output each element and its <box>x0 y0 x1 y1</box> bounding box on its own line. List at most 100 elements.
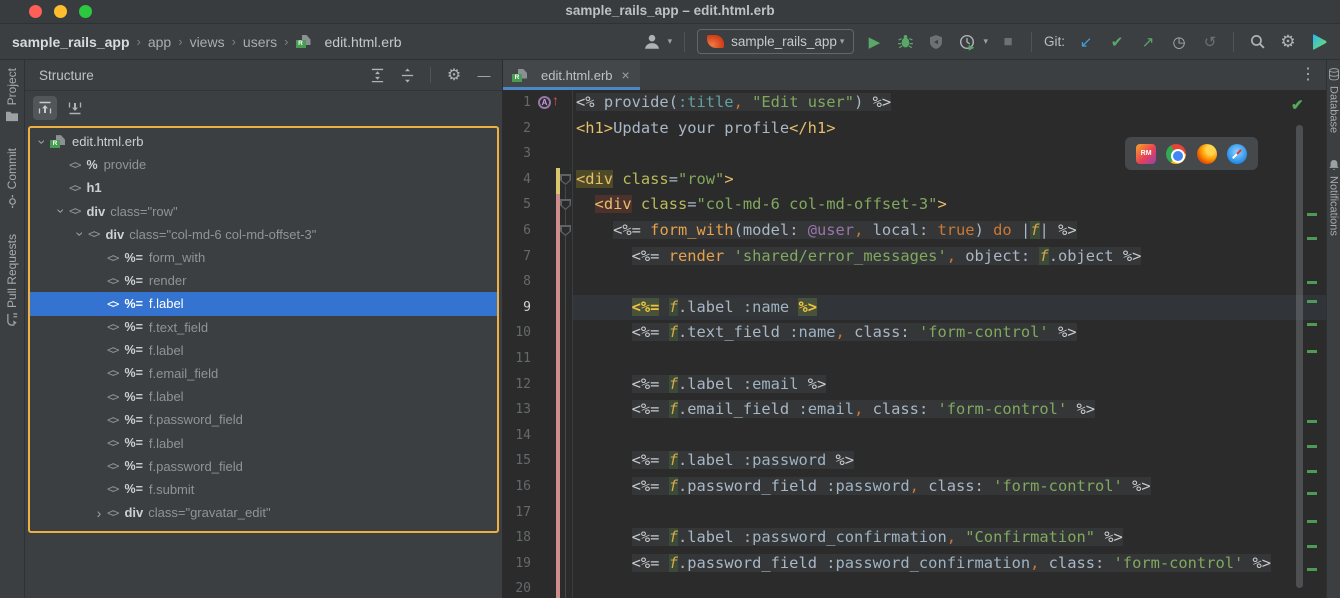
bookmark-mnemonic-icon[interactable]: A ↑ <box>538 95 564 111</box>
code-line[interactable]: <div class="row"> <box>576 167 734 193</box>
line-number[interactable]: 1 <box>503 90 531 116</box>
run-configuration-select[interactable]: sample_rails_app ▾ <box>697 29 854 54</box>
structure-tree-item[interactable]: ›Redit.html.erb <box>30 130 497 153</box>
line-number[interactable]: 17 <box>503 500 531 526</box>
sidebar-item-pull-requests[interactable]: Pull Requests <box>5 234 19 326</box>
line-number[interactable]: 4 <box>503 167 531 193</box>
structure-tree-item[interactable]: <>h1 <box>30 176 497 199</box>
stop-button[interactable]: ■ <box>997 31 1019 53</box>
breadcrumb-users[interactable]: users <box>243 34 277 50</box>
code-line[interactable]: <%= f.label :password %> <box>576 448 854 474</box>
breadcrumb-views[interactable]: views <box>190 34 225 50</box>
structure-tree-item[interactable]: <>%provide <box>30 153 497 176</box>
fold-marker-icon[interactable] <box>560 199 571 210</box>
line-number[interactable]: 9 <box>503 295 531 321</box>
git-commit-button[interactable]: ✔ <box>1106 31 1128 53</box>
structure-tree-item[interactable]: <>%=f.label <box>30 339 497 362</box>
line-number[interactable]: 8 <box>503 269 531 295</box>
git-push-button[interactable]: ↗ <box>1137 31 1159 53</box>
line-number[interactable]: 2 <box>503 116 531 142</box>
close-tab-icon[interactable]: × <box>622 67 630 83</box>
sidebar-item-project[interactable]: Project <box>5 68 19 122</box>
collapse-all-icon[interactable] <box>397 65 417 85</box>
line-number[interactable]: 19 <box>503 551 531 577</box>
rubymine-browser-icon[interactable]: RM <box>1136 144 1156 164</box>
line-number[interactable]: 3 <box>503 141 531 167</box>
fold-marker-icon[interactable] <box>560 174 571 185</box>
hide-panel-icon[interactable]: — <box>474 65 494 85</box>
sidebar-item-commit[interactable]: Commit <box>5 148 19 207</box>
structure-tree-item[interactable]: <>%=f.label <box>30 292 497 315</box>
structure-tree-item[interactable]: ›<>divclass="gravatar_edit" <box>30 501 497 524</box>
code-line[interactable]: <%= f.label :email %> <box>576 372 826 398</box>
expand-all-icon[interactable] <box>367 65 387 85</box>
code-line[interactable]: <%= f.password_field :password_confirmat… <box>576 551 1271 577</box>
code-with-me-icon[interactable] <box>1308 31 1330 53</box>
fold-marker-icon[interactable] <box>560 225 571 236</box>
run-button[interactable]: ▶ <box>863 31 885 53</box>
editor-tab[interactable]: R edit.html.erb × <box>503 60 640 90</box>
structure-tree-item[interactable]: <>%=f.password_field <box>30 455 497 478</box>
code-line[interactable]: <%= f.label :password_confirmation, "Con… <box>576 525 1123 551</box>
line-number[interactable]: 10 <box>503 320 531 346</box>
structure-tree-item[interactable]: <>%=f.text_field <box>30 316 497 339</box>
run-with-coverage-button[interactable] <box>925 31 947 53</box>
line-number[interactable]: 18 <box>503 525 531 551</box>
git-rollback-button[interactable]: ↺ <box>1199 31 1221 53</box>
code-line[interactable]: <%= f.password_field :password, class: '… <box>576 474 1151 500</box>
line-number[interactable]: 13 <box>503 397 531 423</box>
code-area[interactable]: 1234567891011121314151617181920 A ↑ <% p… <box>503 90 1326 598</box>
code-line[interactable]: <h1>Update your profile</h1> <box>576 116 835 142</box>
chevron-right-icon[interactable]: › <box>91 506 107 520</box>
structure-tree-item[interactable]: <>%=f.submit <box>30 478 497 501</box>
navigate-with-source-button[interactable] <box>33 96 57 120</box>
chrome-icon[interactable] <box>1166 144 1186 164</box>
structure-tree-item[interactable]: <>%=f.password_field <box>30 408 497 431</box>
line-number[interactable]: 15 <box>503 448 531 474</box>
breadcrumb-project[interactable]: sample_rails_app <box>12 34 130 50</box>
git-update-button[interactable]: ↙ <box>1075 31 1097 53</box>
breadcrumb-file[interactable]: edit.html.erb <box>325 34 402 50</box>
code-line[interactable]: <%= render 'shared/error_messages', obje… <box>576 244 1141 270</box>
chevron-down-icon[interactable]: › <box>72 227 88 241</box>
structure-tree-item[interactable]: <>%=form_with <box>30 246 497 269</box>
search-everywhere-icon[interactable] <box>1246 31 1268 53</box>
git-history-button[interactable]: ◷ <box>1168 31 1190 53</box>
profiler-button[interactable] <box>956 31 978 53</box>
chevron-down-icon[interactable]: › <box>34 135 50 149</box>
settings-gear-icon[interactable]: ⚙ <box>1277 31 1299 53</box>
chevron-down-icon[interactable]: ▾ <box>668 36 673 47</box>
structure-tree-item[interactable]: ›<>divclass="row" <box>30 200 497 223</box>
chevron-down-icon[interactable]: ▾ <box>983 36 988 47</box>
line-number[interactable]: 14 <box>503 423 531 449</box>
code-line[interactable]: <div class="col-md-6 col-md-offset-3"> <box>576 192 947 218</box>
code-line[interactable]: <%= f.label :name %> <box>576 295 817 321</box>
structure-tree-item[interactable]: <>%=f.label <box>30 385 497 408</box>
navigate-from-source-button[interactable] <box>63 96 87 120</box>
line-number[interactable]: 11 <box>503 346 531 372</box>
code-line[interactable]: <% provide(:title, "Edit user") %> <box>576 90 891 116</box>
structure-tree-item[interactable]: <>%=f.email_field <box>30 362 497 385</box>
line-number[interactable]: 12 <box>503 372 531 398</box>
structure-tree-item[interactable]: <>%=f.label <box>30 431 497 454</box>
line-number[interactable]: 16 <box>503 474 531 500</box>
code-line[interactable]: <%= form_with(model: @user, local: true)… <box>576 218 1077 244</box>
editor-scrollbar[interactable] <box>1296 125 1303 588</box>
code-line[interactable]: <%= f.text_field :name, class: 'form-con… <box>576 320 1077 346</box>
line-number[interactable]: 7 <box>503 244 531 270</box>
chevron-down-icon[interactable]: › <box>53 204 69 218</box>
breadcrumb-app[interactable]: app <box>148 34 171 50</box>
structure-tree-item[interactable]: <>%=render <box>30 269 497 292</box>
structure-tree-item[interactable]: ›<>divclass="col-md-6 col-md-offset-3" <box>30 223 497 246</box>
sidebar-item-database[interactable]: Database <box>1328 68 1340 133</box>
line-number[interactable]: 5 <box>503 192 531 218</box>
editor-options-kebab-icon[interactable]: ⋮ <box>1300 64 1316 84</box>
line-number[interactable]: 20 <box>503 576 531 598</box>
debug-button[interactable] <box>894 31 916 53</box>
line-number[interactable]: 6 <box>503 218 531 244</box>
code-line[interactable]: <%= f.email_field :email, class: 'form-c… <box>576 397 1095 423</box>
user-account-icon[interactable] <box>641 31 663 53</box>
sidebar-item-notifications[interactable]: Notifications <box>1328 159 1340 236</box>
structure-settings-gear-icon[interactable]: ⚙ <box>444 65 464 85</box>
safari-icon[interactable] <box>1227 144 1247 164</box>
